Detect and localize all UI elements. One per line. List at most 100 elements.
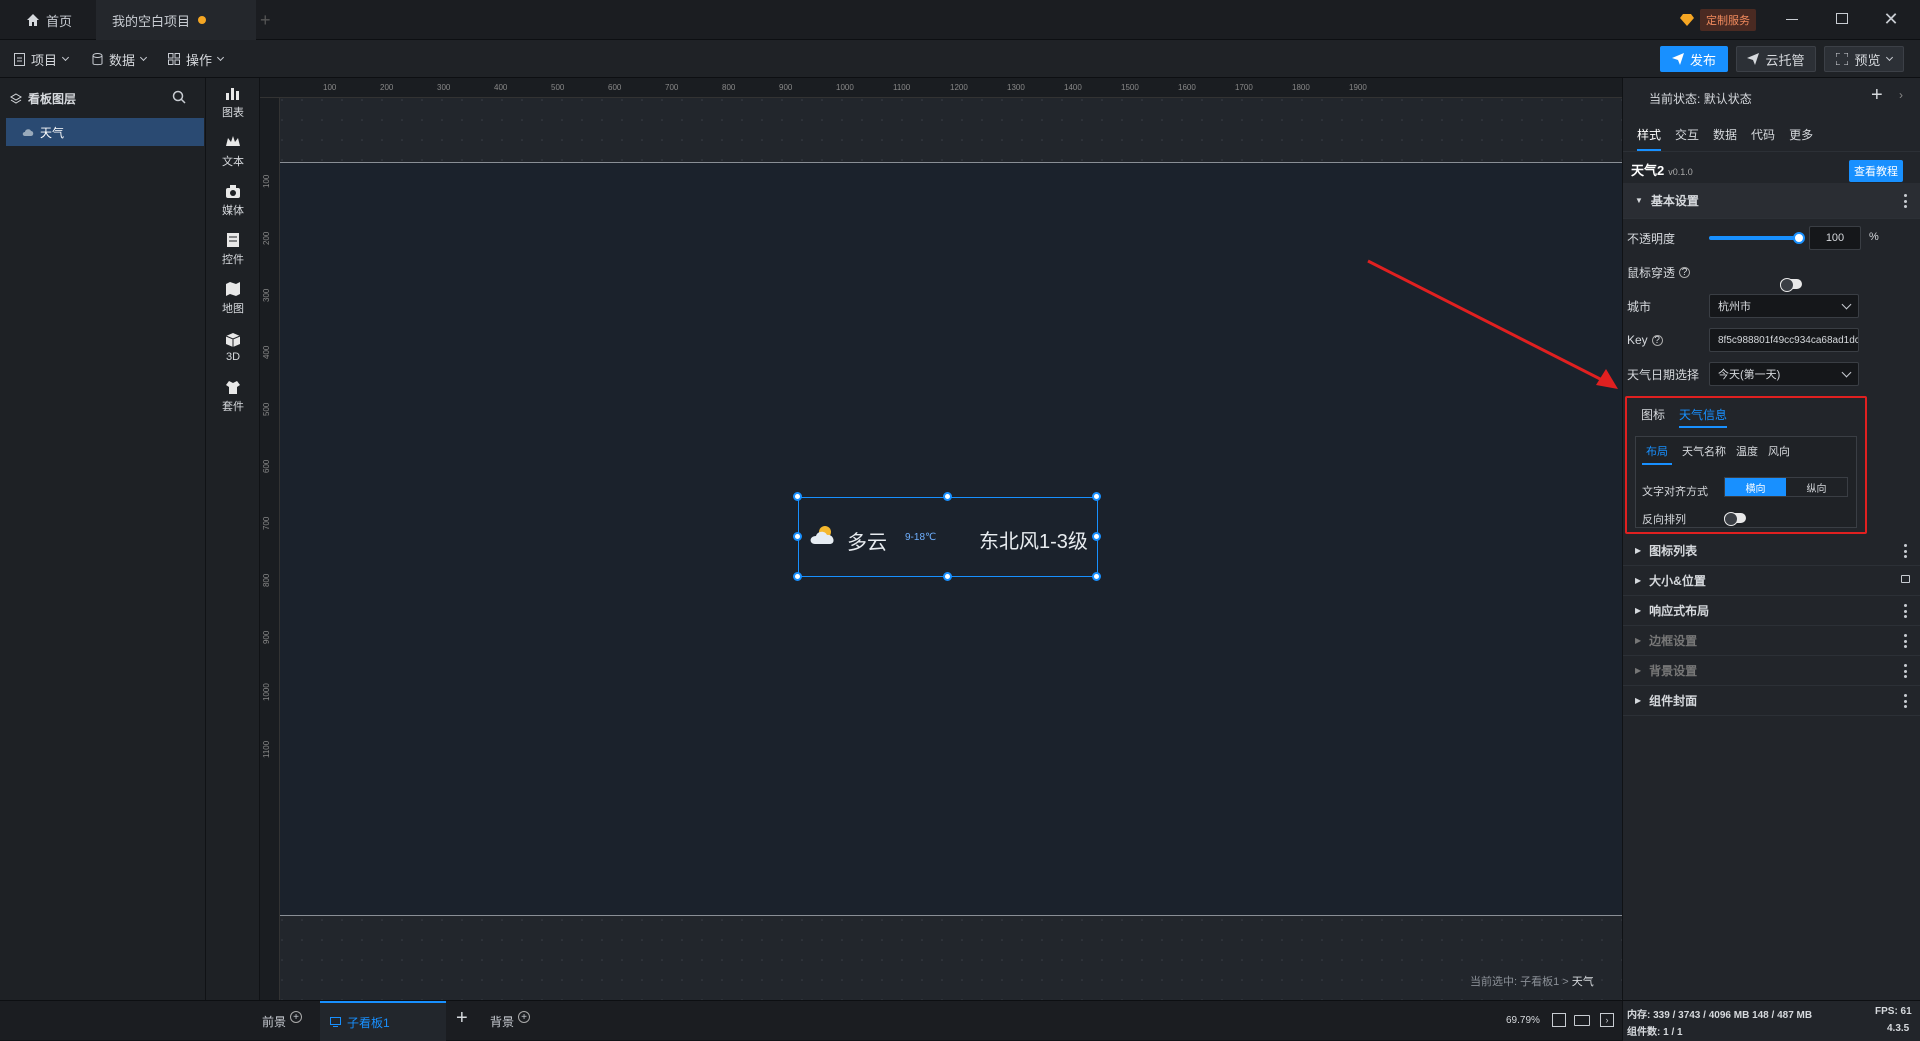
- restore-icon[interactable]: [1836, 13, 1848, 24]
- send-icon: [1747, 53, 1760, 65]
- more-icon[interactable]: [1903, 694, 1907, 708]
- date-select[interactable]: 今天(第一天): [1709, 362, 1859, 386]
- menu-project[interactable]: 项目: [14, 40, 70, 78]
- ruler-tick-label: 500: [262, 402, 271, 416]
- section-1[interactable]: ▶ 图标列表: [1623, 536, 1920, 566]
- footer-bar: 前景 + 子看板1 + 背景 + 69.79% › 内存: 339 / 3743…: [0, 1000, 1920, 1041]
- more-icon[interactable]: [1903, 544, 1907, 558]
- section-2[interactable]: ▶ 大小&位置: [1623, 566, 1920, 596]
- component-label: 套件: [222, 400, 244, 413]
- key-input[interactable]: 8f5c988801f49cc934ca68ad1dc1a1f: [1709, 328, 1859, 352]
- component-kit[interactable]: 套件: [206, 368, 260, 424]
- info-tab[interactable]: 温度: [1736, 443, 1758, 465]
- background-tab[interactable]: 背景 +: [490, 1001, 550, 1041]
- property-tab[interactable]: 样式: [1637, 126, 1662, 151]
- search-icon[interactable]: [172, 90, 186, 104]
- component-media[interactable]: 媒体: [206, 172, 260, 228]
- resize-handle[interactable]: [1092, 532, 1101, 541]
- property-tab[interactable]: 数据: [1713, 126, 1737, 143]
- state-value[interactable]: 默认状态: [1704, 92, 1752, 106]
- property-tab[interactable]: 代码: [1751, 126, 1775, 143]
- menu-operations[interactable]: 操作: [168, 40, 225, 78]
- weather-widget[interactable]: 多云 9-18℃ 东北风1-3级: [793, 492, 1101, 581]
- icon-info-subtabs: 图标 天气信息: [1641, 406, 1728, 428]
- add-board-button[interactable]: +: [456, 1007, 468, 1030]
- subtab-icon[interactable]: 图标: [1641, 406, 1665, 428]
- help-icon[interactable]: ?: [1679, 266, 1691, 278]
- info-tab[interactable]: 布局: [1642, 443, 1672, 465]
- database-icon: [92, 52, 103, 65]
- align-horizontal-button[interactable]: 横向: [1725, 478, 1786, 496]
- fit-screen-icon[interactable]: [1552, 1013, 1566, 1027]
- info-tab[interactable]: 风向: [1768, 443, 1790, 465]
- component-label: 文本: [222, 155, 244, 168]
- property-tab[interactable]: 更多: [1789, 126, 1813, 143]
- selection-breadcrumb: 当前选中: 子看板1 > 天气: [1470, 973, 1594, 989]
- minimize-icon[interactable]: [1786, 19, 1798, 20]
- property-tab[interactable]: 交互: [1675, 126, 1699, 143]
- resize-handle[interactable]: [943, 572, 952, 581]
- resize-handle[interactable]: [793, 532, 802, 541]
- layer-item-weather[interactable]: 天气: [6, 118, 204, 146]
- keyboard-icon[interactable]: [1574, 1015, 1590, 1026]
- project-tab[interactable]: 我的空白项目: [96, 0, 256, 40]
- more-icon[interactable]: [1903, 664, 1907, 678]
- menu-data[interactable]: 数据: [92, 40, 148, 78]
- opacity-slider[interactable]: [1709, 232, 1805, 244]
- foreground-tab[interactable]: 前景 +: [262, 1001, 322, 1041]
- resize-handle[interactable]: [793, 492, 802, 501]
- opacity-slider-knob[interactable]: [1793, 232, 1805, 244]
- partly-cloudy-icon: [810, 526, 834, 544]
- section-5[interactable]: ▶ 背景设置: [1623, 656, 1920, 686]
- add-circle-icon[interactable]: +: [518, 1011, 531, 1023]
- chevron-down-icon: [1841, 367, 1852, 377]
- more-icon[interactable]: [1903, 194, 1907, 208]
- resize-handle[interactable]: [943, 492, 952, 501]
- subboard-tab[interactable]: 子看板1: [320, 1001, 446, 1041]
- component-map[interactable]: 地图: [206, 270, 260, 326]
- help-icon[interactable]: ?: [1651, 334, 1663, 346]
- info-tab[interactable]: 天气名称: [1682, 443, 1726, 465]
- section-basic-settings[interactable]: ▼ 基本设置: [1623, 183, 1920, 219]
- lock-icon[interactable]: [1901, 575, 1910, 583]
- add-state-icon[interactable]: +: [1871, 84, 1883, 107]
- terminal-icon[interactable]: ›: [1600, 1013, 1614, 1027]
- zoom-level[interactable]: 69.79%: [1506, 1015, 1540, 1026]
- resize-handle[interactable]: [1092, 492, 1101, 501]
- subtab-weather-info[interactable]: 天气信息: [1679, 406, 1728, 428]
- add-circle-icon[interactable]: +: [290, 1011, 303, 1023]
- more-icon[interactable]: [1903, 604, 1907, 618]
- cloud-host-button[interactable]: 云托管: [1736, 46, 1816, 72]
- breadcrumb-current: 天气: [1571, 976, 1594, 988]
- ruler-top: 100 200 300 400 500 600 700 800 900 1000 1100 1200 1…: [260, 78, 1622, 98]
- component-chart[interactable]: 图表: [206, 74, 260, 130]
- add-tab-button[interactable]: +: [244, 0, 287, 40]
- reverse-toggle[interactable]: [1724, 512, 1746, 526]
- more-icon[interactable]: [1903, 634, 1907, 648]
- section-4[interactable]: ▶ 边框设置: [1623, 626, 1920, 656]
- component-widget[interactable]: 控件: [206, 221, 260, 277]
- foreground-label: 前景: [262, 1014, 287, 1029]
- chart-icon: [226, 87, 239, 100]
- weather-temp: 9-18℃: [905, 532, 937, 543]
- section-3[interactable]: ▶ 响应式布局: [1623, 596, 1920, 626]
- ruler-tick-label: 400: [494, 83, 508, 92]
- close-icon[interactable]: ✕: [1880, 8, 1902, 30]
- custom-service-button[interactable]: 定制服务: [1680, 9, 1756, 31]
- resize-handle[interactable]: [1092, 572, 1101, 581]
- opacity-input[interactable]: 100: [1809, 226, 1861, 250]
- publish-button[interactable]: 发布: [1660, 46, 1728, 72]
- resize-handle[interactable]: [793, 572, 802, 581]
- chevron-down-icon: [139, 53, 148, 61]
- mouse-through-toggle[interactable]: [1780, 278, 1803, 292]
- tutorial-button[interactable]: 查看教程: [1849, 160, 1903, 182]
- align-vertical-button[interactable]: 纵向: [1786, 478, 1847, 496]
- weather-wind: 东北风1-3级: [979, 531, 1088, 553]
- preview-button[interactable]: 预览: [1824, 46, 1904, 72]
- city-select[interactable]: 杭州市: [1709, 294, 1859, 318]
- section-6[interactable]: ▶ 组件封面: [1623, 686, 1920, 716]
- chevron-right-icon[interactable]: ›: [1899, 88, 1903, 102]
- component-text[interactable]: 文本: [206, 123, 260, 179]
- home-tab[interactable]: 首页: [10, 0, 96, 40]
- component-cube[interactable]: 3D: [206, 319, 260, 375]
